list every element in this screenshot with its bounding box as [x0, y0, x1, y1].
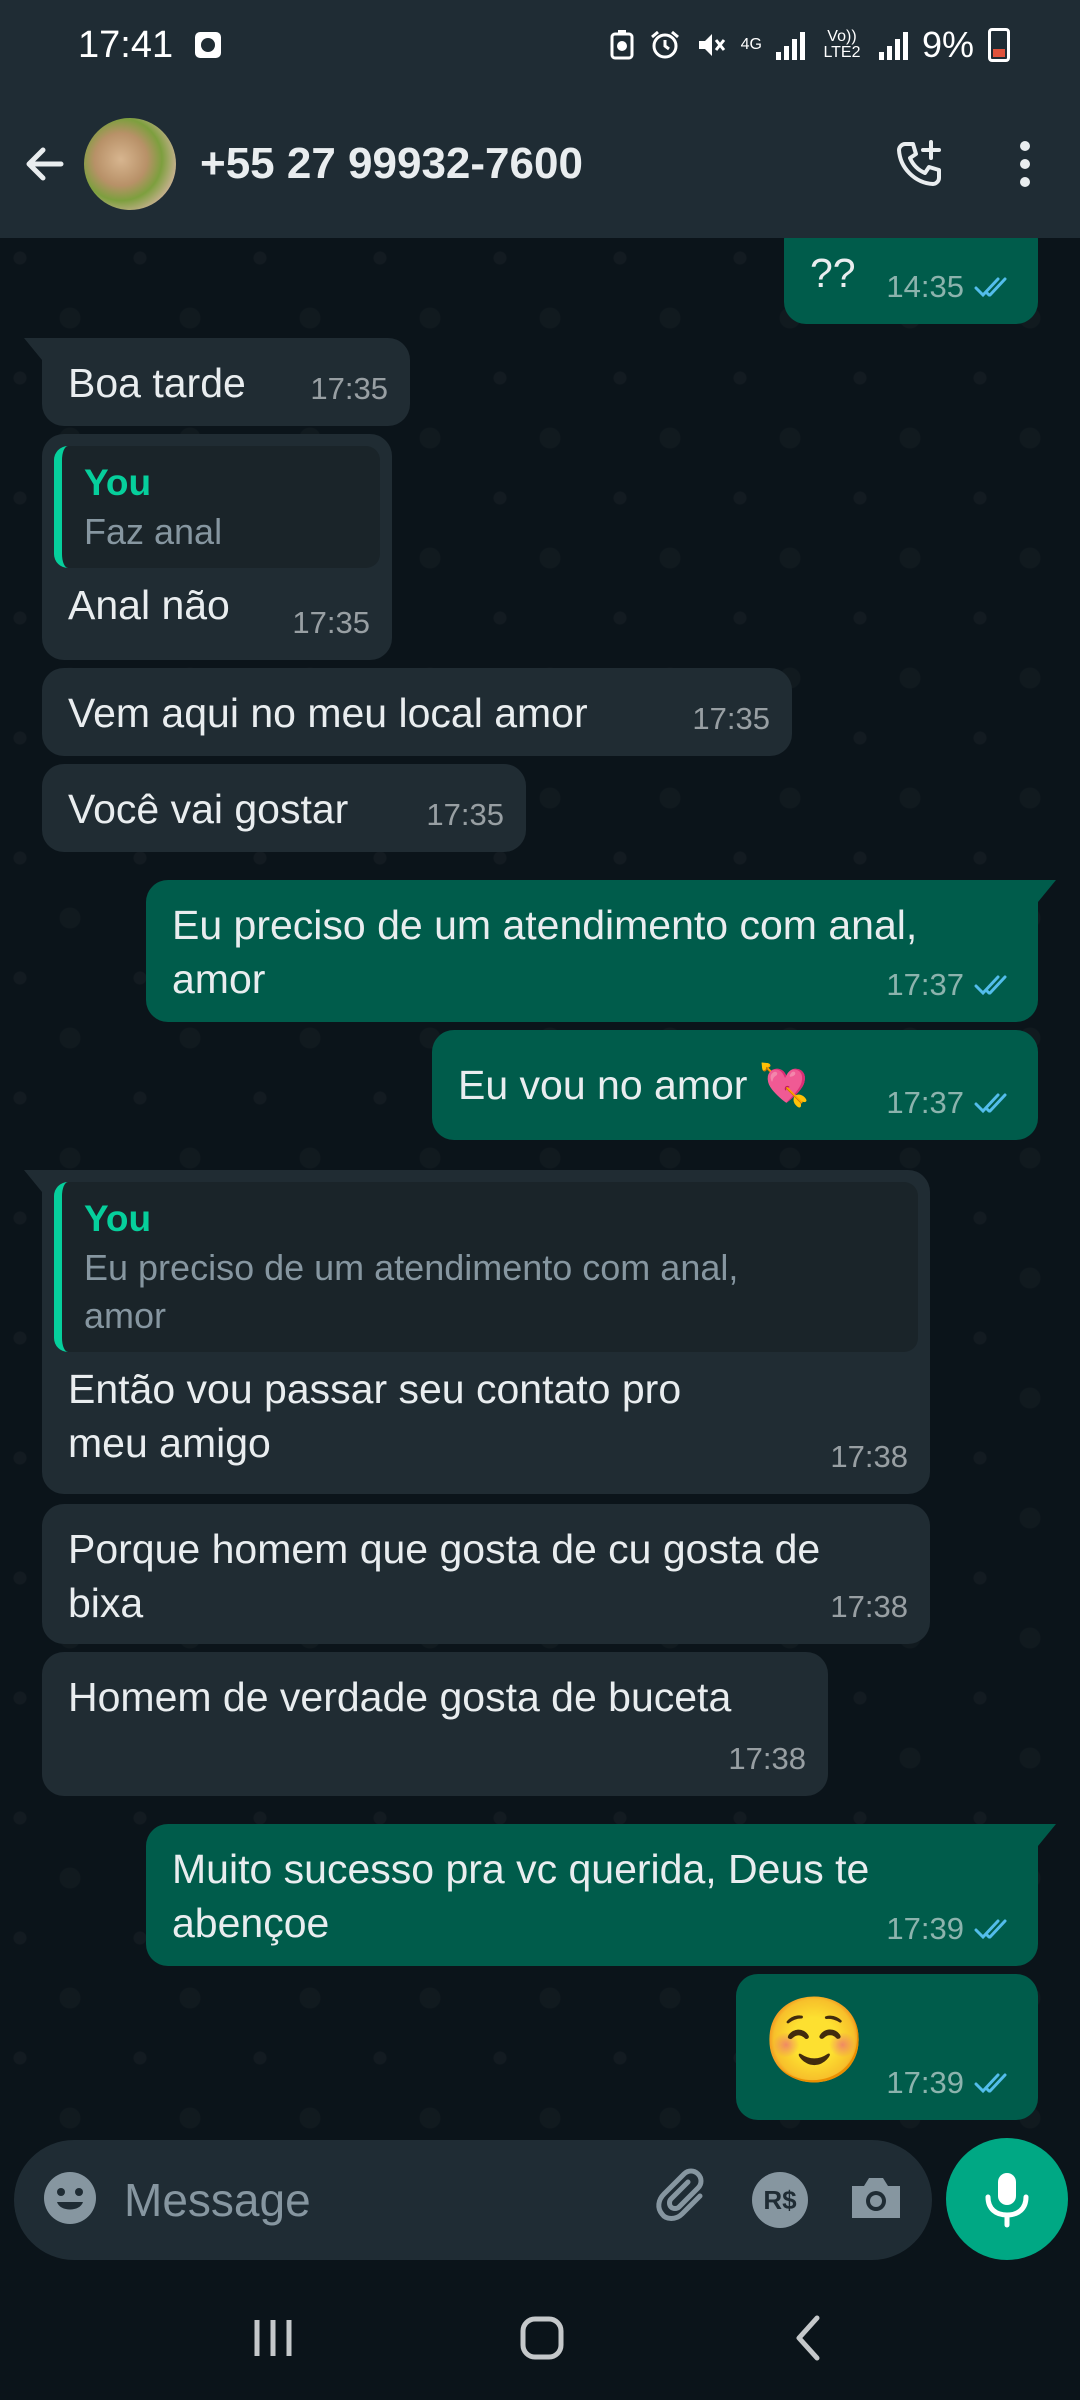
payment-icon[interactable]: R$: [752, 2172, 808, 2228]
camera-icon[interactable]: [846, 2168, 906, 2233]
avatar[interactable]: [84, 118, 176, 210]
network-4g-label: 4G: [740, 36, 762, 53]
message-bubble-incoming[interactable]: Boa tarde 17:35: [24, 338, 410, 426]
mic-icon: [985, 2173, 1029, 2228]
message-meta: 17:38: [728, 1732, 806, 1786]
more-vert-icon[interactable]: [990, 129, 1060, 199]
message-input[interactable]: Message: [124, 2173, 311, 2227]
status-time: 17:41: [78, 23, 174, 66]
volte-label: Vo)) LTE2: [823, 28, 861, 61]
message-time: 17:35: [292, 605, 370, 640]
read-ticks-icon: [974, 277, 1007, 298]
read-ticks-icon: [974, 2073, 1007, 2094]
quoted-message[interactable]: You Faz anal: [54, 446, 380, 568]
message-bubble-incoming[interactable]: Porque homem que gosta de cu gosta de bi…: [42, 1504, 930, 1644]
signal-icon-2: [878, 30, 908, 60]
message-bubble-incoming[interactable]: You Faz anal Anal não 17:35: [42, 434, 392, 660]
signal-icon-1: [775, 30, 805, 60]
add-call-icon[interactable]: [884, 129, 954, 199]
battery-saver-icon: [610, 30, 634, 60]
emoji-icon[interactable]: [40, 2168, 100, 2233]
message-text: Vem aqui no meu local amor: [68, 690, 588, 736]
status-icons: 4G Vo)) LTE2 9%: [609, 24, 1010, 66]
quoted-message[interactable]: You Eu preciso de um atendimento com ana…: [54, 1182, 918, 1352]
recents-icon[interactable]: [251, 2316, 295, 2365]
message-time: 17:39: [886, 2065, 964, 2100]
message-time: 17:38: [728, 1741, 806, 1776]
message-meta: 17:39: [886, 2056, 1016, 2110]
message-bubble-outgoing[interactable]: ☺️ 17:39: [736, 1974, 1038, 2120]
back-icon[interactable]: [789, 2314, 829, 2367]
message-bubble-incoming[interactable]: Homem de verdade gosta de buceta 17:38: [42, 1652, 828, 1796]
message-bubble-outgoing[interactable]: ?? 14:35: [784, 238, 1038, 324]
message-meta: 17:37: [886, 958, 1016, 1012]
message-time: 17:35: [310, 371, 388, 406]
status-bar: 17:41 4G Vo)) LTE2 9%: [0, 0, 1080, 90]
back-arrow-icon[interactable]: [10, 129, 80, 199]
message-time: 17:35: [692, 701, 770, 736]
battery-percent: 9%: [921, 24, 974, 65]
message-bubble-incoming[interactable]: Você vai gostar 17:35: [42, 764, 526, 852]
message-bubble-incoming[interactable]: You Eu preciso de um atendimento com ana…: [24, 1170, 930, 1494]
quote-author: You: [84, 462, 152, 503]
quote-author: You: [84, 1198, 152, 1239]
message-time: 17:39: [886, 1911, 964, 1946]
message-meta: 17:37: [886, 1076, 1016, 1130]
alarm-icon: [650, 30, 679, 59]
message-meta: 17:38: [830, 1430, 908, 1484]
message-bubble-outgoing[interactable]: Eu vou no amor 💘 17:37: [432, 1030, 1038, 1140]
message-bubble-incoming[interactable]: Vem aqui no meu local amor 17:35: [42, 668, 792, 756]
contact-name[interactable]: +55 27 99932-7600: [200, 139, 583, 189]
payment-label: R$: [763, 2184, 797, 2215]
read-ticks-icon: [974, 1093, 1007, 1114]
message-meta: 14:35: [886, 260, 1016, 314]
message-meta: 17:35: [292, 596, 370, 650]
message-meta: 17:35: [692, 692, 770, 746]
read-ticks-icon: [974, 975, 1007, 996]
message-time: 17:37: [886, 1085, 964, 1120]
chat-area[interactable]: ?? 14:35 Boa tarde 17:35 You Faz anal An…: [0, 238, 1080, 2138]
read-ticks-icon: [974, 1919, 1007, 1940]
message-text: Então vou passar seu contato pro meu ami…: [68, 1366, 693, 1466]
mic-button[interactable]: [946, 2138, 1068, 2260]
attach-icon[interactable]: [654, 2168, 714, 2233]
message-meta: 17:35: [310, 362, 388, 416]
message-input-bar: Message R$: [14, 2140, 932, 2260]
screenshot-notification-icon: [195, 32, 222, 58]
message-bubble-outgoing[interactable]: Eu preciso de um atendimento com anal, a…: [146, 880, 1056, 1022]
message-meta: 17:38: [830, 1580, 908, 1634]
mute-icon: [698, 34, 725, 56]
message-text: Porque homem que gosta de cu gosta de bi…: [68, 1526, 832, 1626]
quote-text: Faz anal: [84, 511, 223, 552]
chat-header: +55 27 99932-7600: [0, 90, 1080, 238]
message-meta: 17:39: [886, 1902, 1016, 1956]
system-nav-bar: [0, 2280, 1080, 2400]
message-meta: 17:35: [426, 788, 504, 842]
message-time: 17:37: [886, 967, 964, 1002]
message-time: 17:35: [426, 797, 504, 832]
message-time: 17:38: [830, 1589, 908, 1624]
message-bubble-outgoing[interactable]: Muito sucesso pra vc querida, Deus te ab…: [146, 1824, 1056, 1966]
message-text: Homem de verdade gosta de buceta: [68, 1674, 732, 1720]
home-icon[interactable]: [518, 2314, 566, 2367]
quote-text: Eu preciso de um atendimento com anal, a…: [84, 1247, 739, 1336]
message-time: 14:35: [886, 269, 964, 304]
battery-icon: [988, 28, 1010, 62]
message-time: 17:38: [830, 1439, 908, 1474]
